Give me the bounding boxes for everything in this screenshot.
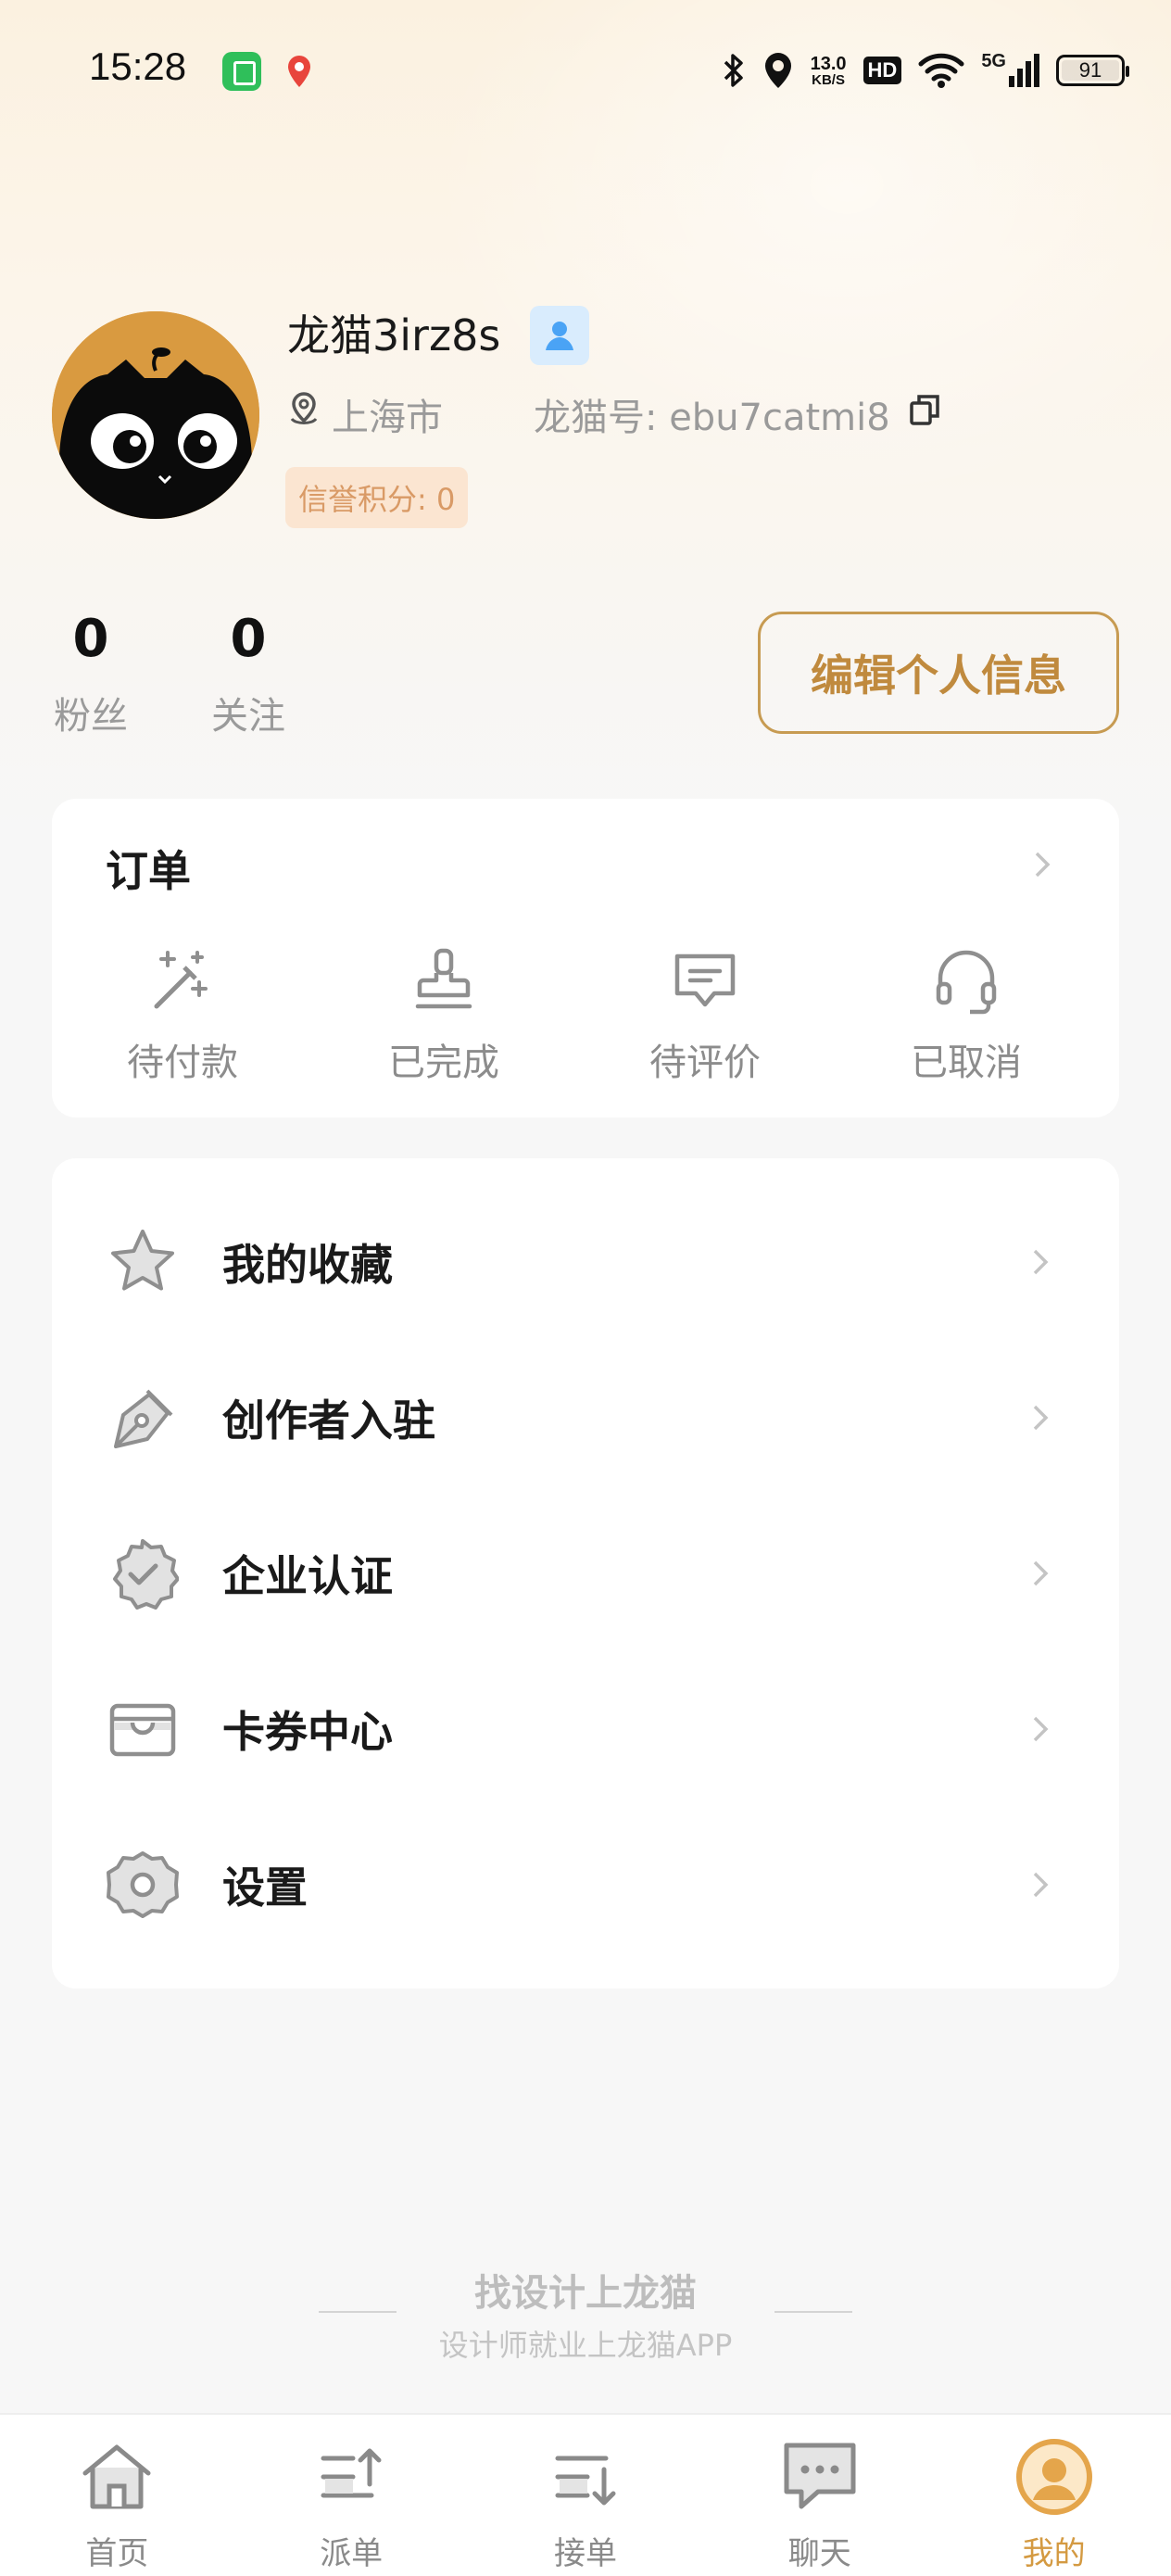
followers-count: 0 [72, 609, 109, 669]
tab-label: 派单 [320, 2535, 384, 2572]
battery-indicator: 91 [1056, 55, 1129, 86]
pen-icon [106, 1381, 180, 1455]
app-notification-icon [222, 52, 261, 91]
menu-item-enterprise-verification[interactable]: 企业认证 [52, 1496, 1119, 1651]
chevron-right-icon [1033, 1560, 1049, 1586]
receive-order-icon [544, 2435, 627, 2519]
user-verified-icon[interactable] [530, 306, 589, 365]
tab-label: 接单 [553, 2535, 617, 2572]
chevron-right-icon [1033, 1249, 1049, 1275]
followers-label: 粉丝 [54, 695, 128, 738]
star-icon [106, 1225, 180, 1299]
menu-item-coupon-center[interactable]: 卡券中心 [52, 1651, 1119, 1807]
bottom-tab-bar: 首页 派单 接单 聊天 我的 [0, 2413, 1171, 2576]
comment-icon [670, 945, 740, 1019]
verified-badge-icon [106, 1536, 180, 1610]
order-cancelled-label: 已取消 [911, 1042, 1022, 1084]
tab-receive-order[interactable]: 接单 [469, 2415, 703, 2576]
menu-item-label: 卡券中心 [222, 1707, 393, 1757]
copy-icon[interactable] [907, 391, 944, 437]
menu-item-label: 创作者入驻 [222, 1395, 435, 1446]
tab-label: 聊天 [787, 2535, 851, 2572]
order-cancelled[interactable]: 已取消 [836, 945, 1097, 1086]
order-pending-payment[interactable]: 待付款 [52, 945, 313, 1086]
gear-icon [106, 1848, 180, 1922]
edit-profile-button[interactable]: 编辑个人信息 [758, 612, 1119, 734]
avatar[interactable] [52, 311, 259, 519]
tab-profile[interactable]: 我的 [937, 2415, 1171, 2576]
magic-wand-icon [147, 945, 218, 1019]
tab-chat[interactable]: 聊天 [702, 2415, 937, 2576]
tab-label: 首页 [85, 2535, 149, 2572]
bluetooth-icon [722, 52, 746, 89]
hd-badge: HD [863, 57, 902, 84]
location-pin-icon [287, 391, 321, 437]
cellular-signal-icon: 5G [981, 52, 1039, 89]
tab-home[interactable]: 首页 [0, 2415, 234, 2576]
home-icon [75, 2435, 158, 2519]
order-completed-label: 已完成 [388, 1042, 499, 1084]
menu-item-label: 企业认证 [222, 1551, 393, 1601]
location: 上海市 [287, 387, 443, 441]
tab-dispatch[interactable]: 派单 [234, 2415, 469, 2576]
network-speed: 13.0 KB/S [810, 53, 847, 88]
followers-stat[interactable]: 0 粉丝 [35, 608, 146, 739]
footer-slogan: 找设计上龙猫 [474, 2272, 697, 2315]
card-wallet-icon [106, 1692, 180, 1766]
status-bar: 15:28 13.0 KB/S HD 5G 91 [0, 0, 1171, 139]
following-count: 0 [230, 609, 267, 669]
credit-score-badge: 信誉积分: 0 [285, 467, 469, 528]
menu-item-settings[interactable]: 设置 [52, 1807, 1119, 1963]
chevron-right-icon [1033, 1405, 1049, 1431]
order-pending-review-label: 待评价 [649, 1042, 761, 1084]
menu-item-label: 我的收藏 [222, 1240, 393, 1290]
order-pending-payment-label: 待付款 [127, 1042, 238, 1084]
menu-card: 我的收藏 创作者入驻 企业认证 卡券中心 设置 [52, 1158, 1119, 1989]
headset-icon [931, 945, 1001, 1019]
username: 龙猫3irz8s [287, 310, 501, 360]
dispatch-icon [309, 2435, 393, 2519]
menu-item-label: 设置 [222, 1863, 308, 1913]
chevron-right-icon [1033, 1872, 1049, 1898]
following-stat[interactable]: 0 关注 [193, 608, 304, 739]
menu-item-favorites[interactable]: 我的收藏 [52, 1184, 1119, 1340]
profile-icon [1013, 2435, 1096, 2519]
location-text: 上海市 [332, 397, 443, 439]
orders-card: 订单 待付款 已完成 待评价 已取消 [52, 799, 1119, 1118]
footer-subtitle: 设计师就业上龙猫APP [438, 2328, 733, 2363]
order-pending-review[interactable]: 待评价 [574, 945, 836, 1086]
user-id-text: 龙猫号: ebu7catmi8 [534, 397, 890, 439]
wifi-icon [918, 52, 964, 89]
chevron-right-icon[interactable] [1028, 851, 1056, 878]
chat-icon [778, 2435, 862, 2519]
tab-label: 我的 [1022, 2535, 1086, 2572]
status-time: 15:28 [89, 44, 187, 88]
stamp-icon [409, 945, 479, 1019]
menu-item-creator[interactable]: 创作者入驻 [52, 1340, 1119, 1496]
order-completed[interactable]: 已完成 [313, 945, 574, 1086]
following-label: 关注 [211, 695, 285, 738]
orders-title[interactable]: 订单 [106, 838, 191, 899]
chevron-right-icon [1033, 1716, 1049, 1742]
location-icon [762, 51, 794, 90]
map-pin-notification-icon [285, 54, 313, 89]
user-id: 龙猫号: ebu7catmi8 [534, 387, 944, 441]
